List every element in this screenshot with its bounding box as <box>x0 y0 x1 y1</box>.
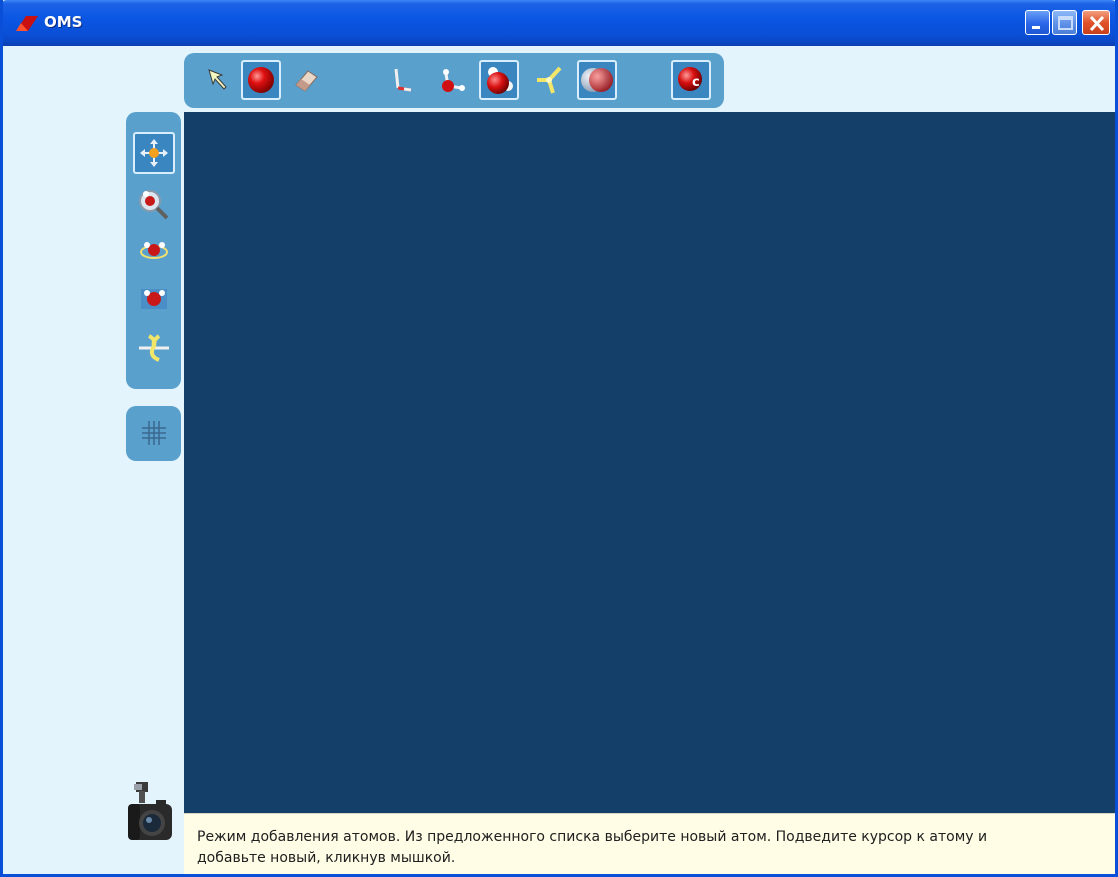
carbon-label: c <box>692 75 700 90</box>
eraser-icon <box>295 70 318 92</box>
space-filling-tool[interactable] <box>577 60 617 100</box>
left-toolbar <box>126 112 181 389</box>
grid-toolbar <box>126 406 181 461</box>
space-filling-icon <box>581 68 613 92</box>
bond-angle-tool[interactable] <box>382 59 424 101</box>
bond-angle-icon <box>394 68 412 92</box>
move-tool[interactable] <box>133 132 175 174</box>
window-title: OMS <box>44 13 83 31</box>
molecule-canvas[interactable] <box>184 112 1115 813</box>
status-line-2: добавьте новый, кликнув мышкой. <box>197 850 456 866</box>
trigonal-bonds-icon <box>537 66 562 94</box>
grid-icon <box>142 421 166 445</box>
molecule-stick-icon <box>442 69 465 92</box>
camera-icon[interactable] <box>122 780 176 852</box>
carbon-atom-tool[interactable]: c <box>671 60 711 100</box>
magnifier-icon <box>139 190 169 220</box>
move-cross-icon <box>140 139 168 167</box>
eraser-tool[interactable] <box>285 59 327 101</box>
app-window: OMS c Режим добавления атомов. Из предло… <box>0 0 1118 877</box>
top-toolbar: c <box>184 53 724 108</box>
rotate-bond-tool[interactable] <box>133 326 175 368</box>
add-atom-tool[interactable] <box>241 60 281 100</box>
select-arrow-tool[interactable] <box>198 59 240 101</box>
close-button[interactable] <box>1082 10 1110 35</box>
bond-stick-tool[interactable] <box>431 59 473 101</box>
status-line-1: Режим добавления атомов. Из предложенног… <box>197 829 988 845</box>
grid-tool[interactable] <box>133 412 175 454</box>
water-molecule-icon <box>141 289 167 309</box>
rotate-molecule-icon <box>140 242 168 259</box>
minimize-icon <box>1032 26 1040 29</box>
zoom-tool[interactable] <box>133 184 175 226</box>
arrow-cursor-icon <box>208 69 227 90</box>
app-logo-icon <box>16 16 38 31</box>
ball-molecule-tool[interactable] <box>479 60 519 100</box>
rotate-bond-icon <box>139 334 169 362</box>
status-hint: Режим добавления атомов. Из предложенног… <box>184 813 1115 874</box>
minimize-button[interactable] <box>1025 10 1050 35</box>
title-bar[interactable]: OMS <box>3 0 1115 46</box>
view-molecule-tool[interactable] <box>133 277 175 319</box>
maximize-icon <box>1058 16 1073 30</box>
rotate-tool[interactable] <box>133 231 175 273</box>
trigonal-bonds-tool[interactable] <box>528 59 570 101</box>
close-icon <box>1089 15 1105 32</box>
maximize-button[interactable] <box>1052 10 1077 35</box>
ball-molecule-icon <box>487 67 513 94</box>
carbon-atom-icon: c <box>678 67 702 91</box>
red-atom-icon <box>248 67 274 93</box>
